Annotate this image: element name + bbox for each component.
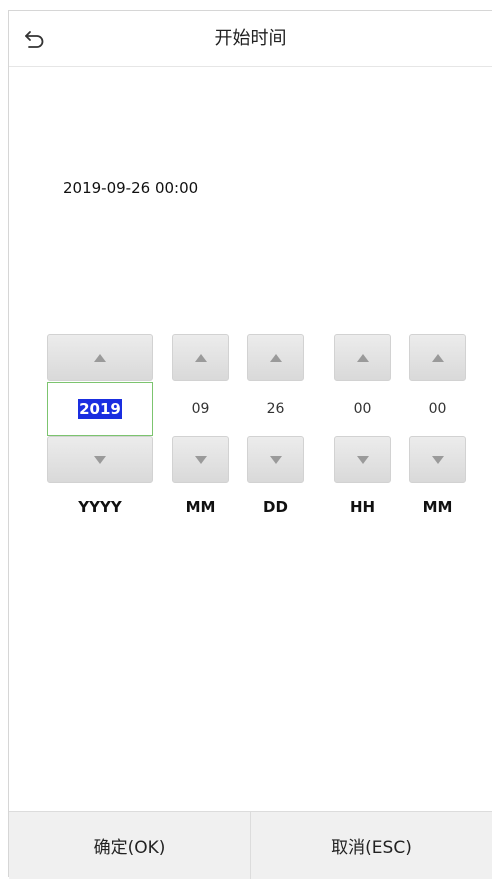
month-value: 09 xyxy=(191,401,210,417)
header: 开始时间 xyxy=(9,11,492,67)
triangle-up-icon xyxy=(269,353,282,362)
minute-down-button[interactable] xyxy=(409,436,466,483)
screen: 开始时间 2019-09-26 00:00 2019 YYYY 09 MM 26… xyxy=(8,10,492,879)
day-label: DD xyxy=(263,498,288,516)
minute-label: MM xyxy=(422,498,453,516)
month-up-button[interactable] xyxy=(172,334,229,381)
triangle-up-icon xyxy=(94,353,106,362)
triangle-down-icon xyxy=(431,455,444,464)
minute-up-button[interactable] xyxy=(409,334,466,381)
cancel-button[interactable]: 取消(ESC) xyxy=(250,812,492,879)
triangle-up-icon xyxy=(356,353,369,362)
year-value-field[interactable]: 2019 xyxy=(47,382,153,436)
year-down-button[interactable] xyxy=(47,436,153,483)
triangle-up-icon xyxy=(194,353,207,362)
year-up-button[interactable] xyxy=(47,334,153,381)
ok-button[interactable]: 确定(OK) xyxy=(9,812,250,879)
hour-down-button[interactable] xyxy=(334,436,391,483)
footer-bar: 确定(OK) 取消(ESC) xyxy=(9,811,492,879)
day-value-field[interactable]: 26 xyxy=(247,382,304,436)
month-down-button[interactable] xyxy=(172,436,229,483)
datetime-readout: 2019-09-26 00:00 xyxy=(63,179,199,197)
month-value-field[interactable]: 09 xyxy=(172,382,229,436)
minute-value-field[interactable]: 00 xyxy=(409,382,466,436)
hour-up-button[interactable] xyxy=(334,334,391,381)
day-up-button[interactable] xyxy=(247,334,304,381)
minute-value: 00 xyxy=(428,401,447,417)
day-value: 26 xyxy=(266,401,285,417)
triangle-down-icon xyxy=(94,455,106,464)
year-label: YYYY xyxy=(78,498,122,516)
triangle-down-icon xyxy=(356,455,369,464)
triangle-up-icon xyxy=(431,353,444,362)
hour-label: HH xyxy=(349,498,376,516)
month-label: MM xyxy=(185,498,216,516)
year-value: 2019 xyxy=(78,399,122,419)
page-title: 开始时间 xyxy=(214,28,287,49)
triangle-down-icon xyxy=(194,455,207,464)
triangle-down-icon xyxy=(269,455,282,464)
day-down-button[interactable] xyxy=(247,436,304,483)
hour-value-field[interactable]: 00 xyxy=(334,382,391,436)
hour-value: 00 xyxy=(353,401,372,417)
